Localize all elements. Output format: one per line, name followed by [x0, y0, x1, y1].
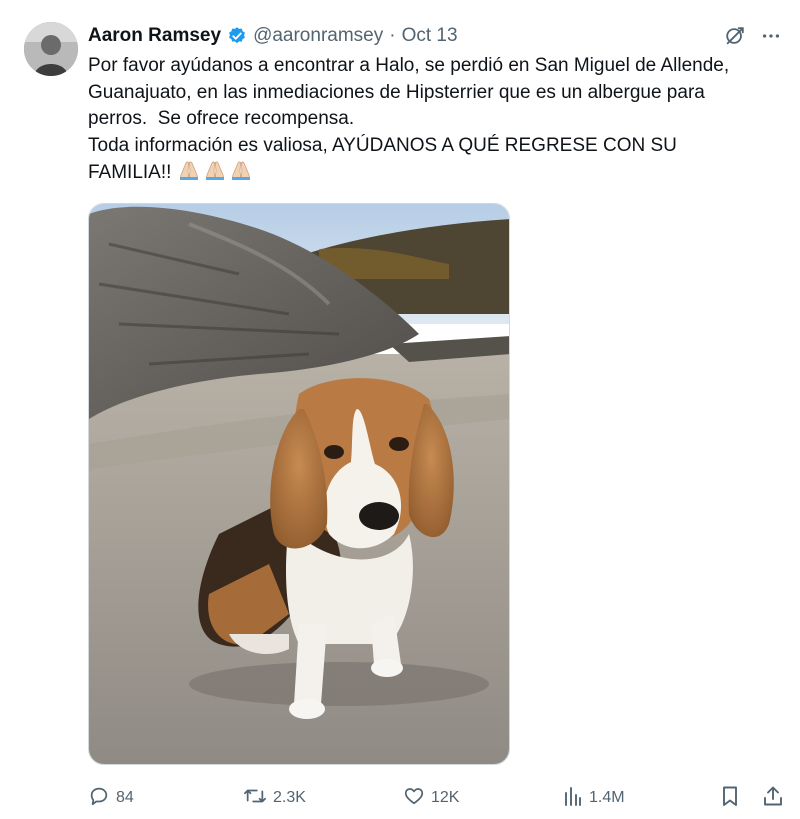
repost-button[interactable]: 2.3K	[243, 785, 306, 812]
avatar-image	[24, 22, 78, 76]
folded-hands-icon	[229, 159, 253, 190]
reply-button[interactable]: 84	[88, 785, 134, 812]
action-bar: 84 2.3K 12K 1.4M	[88, 784, 788, 812]
emoji-group	[177, 159, 253, 190]
author-handle[interactable]: @aaronramsey	[253, 25, 383, 47]
share-button[interactable]	[762, 785, 784, 812]
repost-icon	[243, 785, 267, 812]
header-separator: ·	[389, 25, 396, 46]
avatar[interactable]	[24, 22, 78, 76]
views-icon	[563, 785, 583, 812]
tweet-date[interactable]: Oct 13	[402, 25, 458, 47]
tweet-text: Por favor ayúdanos a encontrar a Halo, s…	[88, 53, 778, 190]
tweet-header: Aaron Ramsey @aaronramsey · Oct 13	[88, 22, 458, 50]
tweet-media[interactable]	[88, 203, 510, 765]
views-count: 1.4M	[589, 789, 625, 806]
tweet-card[interactable]: Aaron Ramsey @aaronramsey · Oct 13 Por f…	[0, 0, 800, 819]
repost-count: 2.3K	[273, 789, 306, 806]
like-icon	[403, 785, 425, 812]
grok-icon[interactable]	[724, 25, 746, 47]
like-button[interactable]: 12K	[403, 785, 459, 812]
folded-hands-icon	[177, 159, 201, 190]
reply-count: 84	[116, 789, 134, 806]
verified-badge-icon	[227, 26, 247, 46]
like-count: 12K	[431, 789, 460, 806]
author-name[interactable]: Aaron Ramsey	[88, 25, 221, 47]
reply-icon	[88, 785, 110, 812]
share-icon	[762, 785, 784, 812]
dog-photo	[89, 204, 509, 764]
bookmark-button[interactable]	[720, 785, 740, 812]
bookmark-icon	[720, 785, 740, 812]
top-actions	[724, 22, 782, 50]
more-icon[interactable]	[760, 25, 782, 47]
views-button[interactable]: 1.4M	[563, 785, 625, 812]
folded-hands-icon	[203, 159, 227, 190]
